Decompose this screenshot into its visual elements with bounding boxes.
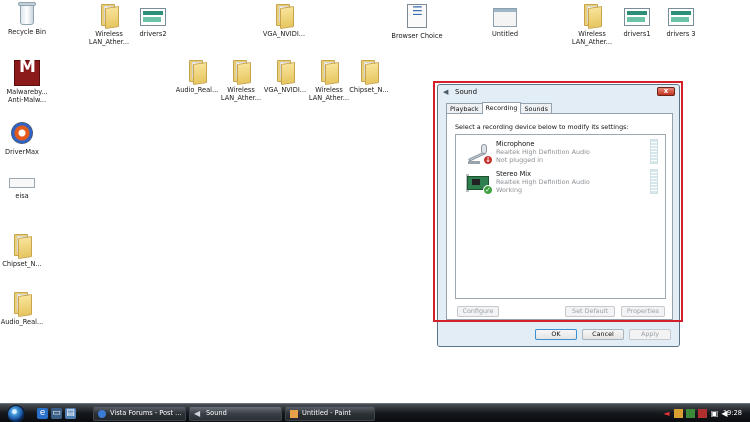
window-icon — [493, 8, 517, 28]
window-icon — [668, 8, 694, 28]
desktop-icon-label: Wireless LAN_Ather... — [571, 30, 613, 46]
desktop-icon-label: Audio_Real... — [0, 318, 44, 326]
window-icon — [9, 178, 35, 190]
arrow-left-icon[interactable]: ◄ — [662, 409, 671, 418]
device-list[interactable]: ↓ Microphone Realtek High Definition Aud… — [455, 134, 666, 299]
desktop-icon-chipset[interactable]: Chipset_N... — [0, 232, 48, 268]
task-paint[interactable]: Untitled - Paint — [285, 406, 375, 421]
tray-app-icon[interactable] — [698, 409, 707, 418]
folder-icon — [11, 232, 33, 259]
desktop-icon-label: Untitled — [491, 30, 519, 38]
folder-icon — [186, 58, 208, 85]
window-icon — [140, 8, 166, 28]
default-device-check-icon: ✓ — [483, 185, 493, 195]
task-vista-forums[interactable]: Vista Forums - Post ... — [93, 406, 186, 421]
desktop-icon-untitled[interactable]: Untitled — [479, 8, 531, 38]
task-label: Sound — [206, 409, 227, 417]
folder-icon — [11, 290, 33, 317]
desktop-icon-label: drivers 3 — [666, 30, 696, 38]
browser-choice-icon — [405, 4, 429, 30]
device-status: Not plugged in — [496, 156, 544, 164]
start-button[interactable] — [7, 405, 25, 422]
task-label: Untitled - Paint — [302, 409, 351, 417]
desktop-icon-eisa[interactable]: eisa — [0, 178, 48, 200]
desktop-icon-label: VGA_NVIDI... — [262, 30, 306, 38]
configure-button[interactable]: Configure — [457, 306, 499, 317]
recording-panel: Select a recording device below to modif… — [446, 113, 673, 320]
network-icon[interactable]: ▣ — [710, 409, 719, 418]
sound-card-icon: ✓ — [466, 171, 493, 195]
desktop-icon-vga-nvidia[interactable]: VGA_NVIDI... — [258, 2, 310, 38]
desktop-icon-label: Recycle Bin — [7, 28, 46, 36]
microphone-icon: ↓ — [466, 141, 493, 165]
ok-button[interactable]: OK — [535, 329, 577, 340]
level-meter — [650, 139, 658, 164]
malwarebytes-icon — [14, 60, 40, 86]
desktop-icon-drivers2[interactable]: drivers2 — [127, 8, 179, 38]
desktop-icon-label: Malwareby... Anti-Malw... — [6, 88, 48, 104]
dialog-titlebar[interactable]: ◀ Sound x — [438, 85, 679, 99]
desktop-icon-label: Browser Choice — [391, 32, 443, 40]
device-microphone[interactable]: ↓ Microphone Realtek High Definition Aud… — [460, 139, 662, 167]
apply-button[interactable]: Apply — [629, 329, 671, 340]
desktop-icon-label: Audio_Real... — [175, 86, 219, 94]
desktop-icon-label: Chipset_N... — [2, 260, 42, 268]
speaker-icon: ◀ — [194, 409, 201, 418]
folder-icon — [358, 58, 380, 85]
instruction-text: Select a recording device below to modif… — [455, 123, 629, 131]
desktop-icon-recycle-bin[interactable]: Recycle Bin — [1, 2, 53, 36]
cancel-button[interactable]: Cancel — [582, 329, 624, 340]
sound-dialog: ◀ Sound x Playback Recording Sounds Sele… — [437, 84, 680, 347]
paint-icon — [290, 410, 298, 418]
folder-icon — [274, 58, 296, 85]
clock[interactable]: 19:28 — [723, 409, 742, 417]
device-stereo-mix[interactable]: ✓ Stereo Mix Realtek High Definition Aud… — [460, 169, 662, 197]
folder-icon — [273, 2, 295, 29]
desktop-icon-malwarebytes[interactable]: Malwareby... Anti-Malw... — [1, 60, 53, 104]
desktop-icon-label: Wireless LAN_Ather... — [88, 30, 130, 46]
device-name: Stereo Mix — [496, 170, 532, 178]
desktop-icon-label: DriverMax — [5, 148, 39, 156]
desktop-icon-label: drivers2 — [139, 30, 167, 38]
device-name: Microphone — [496, 140, 535, 148]
desktop-icon-label: drivers1 — [623, 30, 651, 38]
close-button[interactable]: x — [657, 87, 675, 96]
not-plugged-in-icon: ↓ — [483, 155, 493, 165]
show-desktop-icon[interactable]: ▭ — [51, 408, 62, 419]
desktop-icon-drivermax[interactable]: DriverMax — [0, 120, 48, 156]
properties-button[interactable]: Properties — [621, 306, 665, 317]
internet-explorer-icon — [98, 410, 106, 418]
speaker-icon: ◀ — [443, 88, 449, 96]
desktop-icon-label: eisa — [15, 192, 29, 200]
window-icon — [624, 8, 650, 28]
device-driver: Realtek High Definition Audio — [496, 178, 590, 186]
desktop-icon-label: Chipset_N... — [349, 86, 389, 94]
level-meter — [650, 169, 658, 194]
switch-windows-icon[interactable]: ▤ — [65, 408, 76, 419]
folder-icon — [230, 58, 252, 85]
folder-icon — [581, 2, 603, 29]
desktop-icon-drivers-3[interactable]: drivers 3 — [655, 8, 707, 38]
taskbar: e ▭ ▤ Vista Forums - Post ... ◀ Sound Un… — [0, 403, 750, 422]
internet-explorer-icon[interactable]: e — [37, 408, 48, 419]
set-default-button[interactable]: Set Default — [565, 306, 615, 317]
desktop-icon-label: Wireless LAN_Ather... — [220, 86, 262, 102]
tray-app-icon[interactable] — [674, 409, 683, 418]
desktop-icon-label: VGA_NVIDI... — [263, 86, 307, 94]
task-sound[interactable]: ◀ Sound — [189, 406, 282, 421]
desktop-icon-chipset[interactable]: Chipset_N... — [343, 58, 395, 94]
drivermax-icon — [9, 120, 35, 146]
desktop-icon-audio[interactable]: Audio_Real... — [0, 290, 48, 326]
task-label: Vista Forums - Post ... — [110, 409, 182, 417]
dialog-title: Sound — [455, 88, 478, 96]
device-driver: Realtek High Definition Audio — [496, 148, 590, 156]
folder-icon — [98, 2, 120, 29]
tray-app-icon[interactable] — [686, 409, 695, 418]
tab-recording[interactable]: Recording — [481, 102, 522, 114]
desktop-icon-browser-choice[interactable]: Browser Choice — [391, 4, 443, 40]
folder-icon — [318, 58, 340, 85]
recycle-bin-icon — [18, 2, 36, 26]
device-status: Working — [496, 186, 523, 194]
